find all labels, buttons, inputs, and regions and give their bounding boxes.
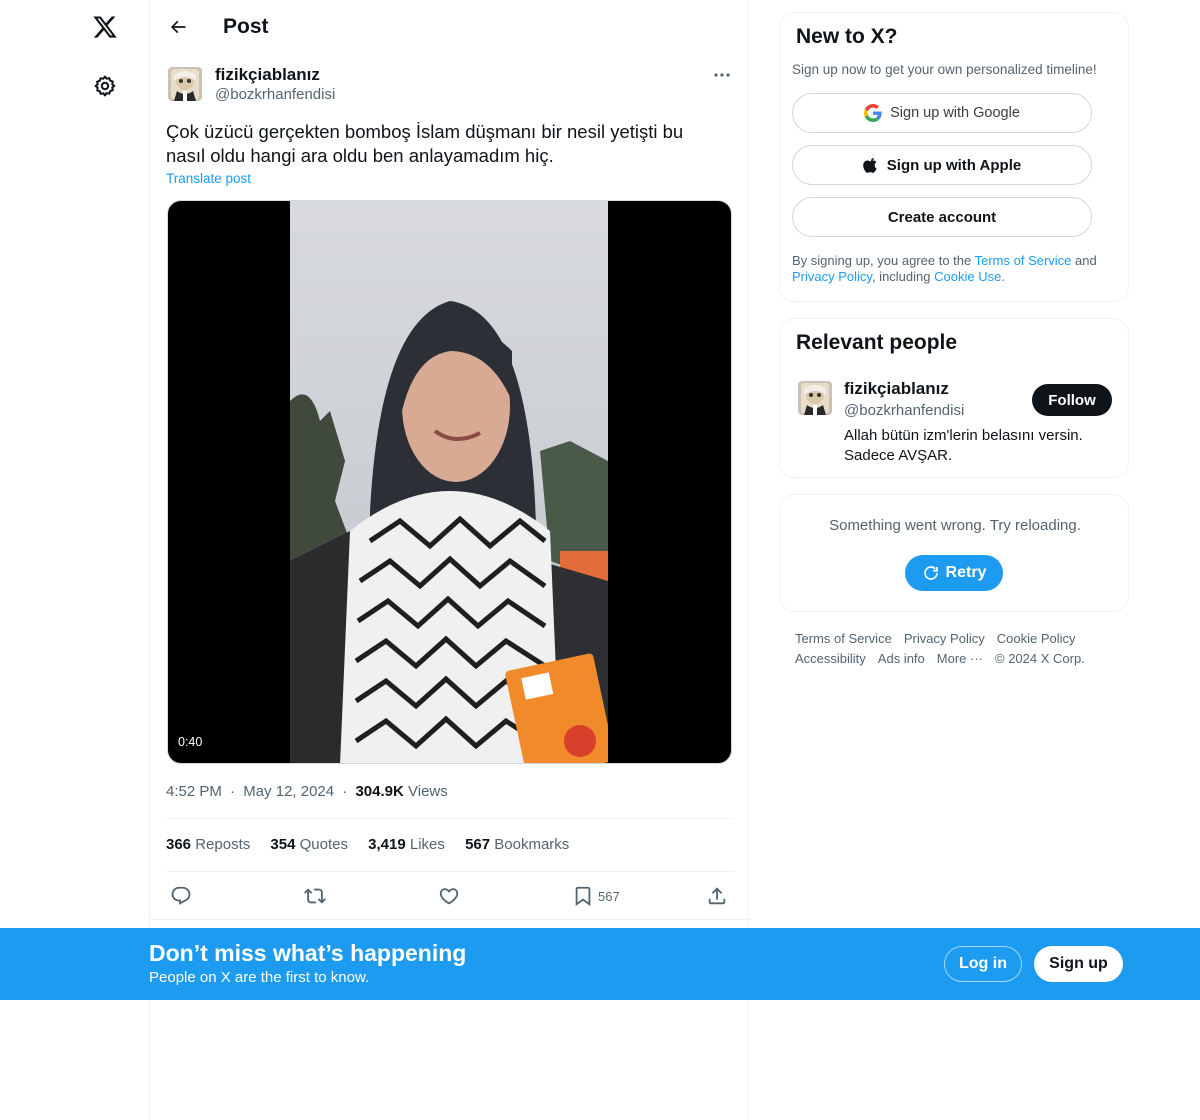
bookmark-count: 567 (598, 888, 620, 904)
footer-link-accessibility[interactable]: Accessibility (795, 651, 866, 666)
retry-label: Retry (945, 564, 987, 581)
footer-link-ads-info[interactable]: Ads info (878, 651, 925, 666)
footer-links: Terms of Service Privacy Policy Cookie Pol… (795, 629, 1125, 669)
error-card: Something went wrong. Try reloading. Ret… (779, 494, 1129, 612)
likes-label: Likes (409, 836, 445, 853)
avatar[interactable] (798, 381, 832, 415)
post-meta: 4:52 PM · May 12, 2024 · 304.9K Views (166, 783, 448, 800)
post-text: Çok üzücü gerçekten bomboş İslam düşmanı… (166, 121, 684, 166)
terms-link[interactable]: Terms of Service (975, 253, 1072, 268)
avatar[interactable] (168, 67, 202, 101)
reposts-count: 366 (166, 836, 192, 853)
legal-prefix: By signing up, you agree to the (792, 253, 975, 268)
post-actions: 567 (166, 880, 734, 914)
refresh-icon (922, 564, 940, 582)
quotes-count: 354 (270, 836, 296, 853)
sign-up-google-label: Sign up with Google (890, 105, 1020, 121)
bookmark-icon[interactable]: 567 (572, 884, 620, 908)
footer-link-privacy[interactable]: Privacy Policy (904, 631, 985, 646)
likes-count: 3,419 (368, 836, 406, 853)
video-duration: 0:40 (178, 735, 203, 749)
reply-icon[interactable] (170, 884, 192, 908)
person-bio: Allah bütün izm'lerin belasını versin. S… (844, 427, 1083, 464)
post-time[interactable]: 4:52 PM (166, 783, 222, 800)
post-date[interactable]: May 12, 2024 (243, 783, 334, 800)
footer-copyright: © 2024 X Corp. (995, 651, 1085, 666)
share-icon[interactable] (706, 884, 728, 908)
sign-up-google-button[interactable]: Sign up with Google (792, 93, 1092, 133)
x-logo-icon[interactable] (88, 10, 122, 44)
meta-separator: · (342, 783, 348, 800)
footer-link-terms[interactable]: Terms of Service (795, 631, 892, 646)
views-count: 304.9K (355, 783, 404, 800)
footer-link-more[interactable]: More ··· (937, 651, 983, 666)
create-account-button[interactable]: Create account (792, 197, 1092, 237)
author-name[interactable]: fizikçiablanız (215, 65, 320, 85)
divider (150, 919, 750, 920)
divider (166, 871, 734, 872)
signup-card-title: New to X? (796, 25, 898, 48)
post-header: Post (150, 0, 750, 54)
translate-post-link[interactable]: Translate post (166, 171, 251, 186)
privacy-link[interactable]: Privacy Policy (792, 269, 872, 284)
page-title: Post (223, 15, 269, 38)
footer-link-cookie[interactable]: Cookie Policy (997, 631, 1076, 646)
bookmarks-stat: 567 Bookmarks (465, 836, 569, 853)
author-handle[interactable]: @bozkrhanfendisi (215, 86, 335, 103)
person-name[interactable]: fizikçiablanız (844, 379, 949, 399)
quotes-label: Quotes (299, 836, 348, 853)
google-icon (864, 104, 882, 122)
sign-up-button[interactable]: Sign up (1034, 946, 1123, 982)
video-frame (290, 201, 608, 763)
divider (166, 818, 734, 819)
create-account-label: Create account (887, 208, 997, 226)
cookie-link[interactable]: Cookie Use (934, 269, 1001, 284)
signup-legal-text: By signing up, you agree to the Terms of… (792, 253, 1117, 285)
sign-up-apple-button[interactable]: Sign up with Apple (792, 145, 1092, 185)
relevant-people-card: Relevant people fizikçiablanız @bozkrhan… (779, 318, 1129, 478)
gear-icon[interactable] (92, 73, 118, 99)
sign-up-apple-label: Sign up with Apple (886, 156, 1022, 174)
legal-end: . (1001, 269, 1005, 284)
likes-stat[interactable]: 3,419 Likes (368, 836, 445, 853)
post-stats: 366 Reposts 354 Quotes 3,419 Likes 567 B… (166, 836, 585, 853)
retry-button[interactable]: Retry (905, 555, 1003, 591)
views-label: Views (408, 783, 448, 800)
bookmarks-label: Bookmarks (494, 836, 570, 853)
bookmarks-count: 567 (465, 836, 491, 853)
log-in-button[interactable]: Log in (944, 946, 1022, 982)
banner-subtitle: People on X are the first to know. (149, 969, 370, 986)
arrow-left-icon[interactable] (166, 15, 190, 39)
bottom-banner: Don’t miss what’s happening People on X … (0, 928, 1200, 1000)
error-message: Something went wrong. Try reloading. (829, 517, 1081, 534)
repost-icon[interactable] (304, 884, 326, 908)
apple-icon (862, 156, 879, 174)
signup-subtitle: Sign up now to get your own personalized… (792, 62, 1097, 77)
legal-and: and (1071, 253, 1097, 268)
follow-button[interactable]: Follow (1032, 384, 1112, 416)
person-handle[interactable]: @bozkrhanfendisi (844, 402, 964, 419)
more-horizontal-icon[interactable] (712, 66, 732, 84)
signup-card: New to X? Sign up now to get your own pe… (779, 12, 1129, 302)
reposts-stat[interactable]: 366 Reposts (166, 836, 250, 853)
relevant-people-title: Relevant people (796, 331, 958, 354)
meta-separator: · (230, 783, 236, 800)
legal-including: , including (871, 269, 935, 284)
heart-icon[interactable] (438, 884, 460, 908)
post-video[interactable]: 0:40 (167, 200, 732, 764)
banner-title: Don’t miss what’s happening (149, 940, 467, 966)
reposts-label: Reposts (195, 836, 251, 853)
quotes-stat[interactable]: 354 Quotes (270, 836, 348, 853)
